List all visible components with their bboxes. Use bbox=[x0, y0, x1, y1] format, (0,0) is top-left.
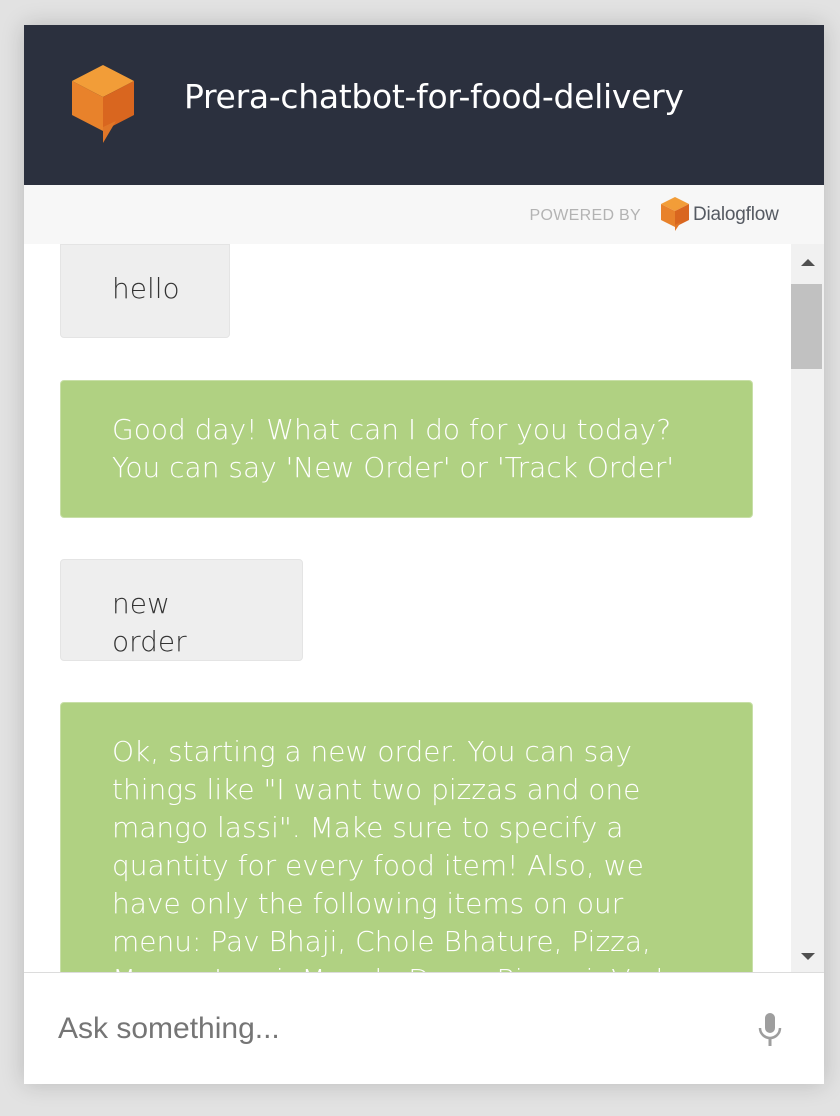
message-scrollbar[interactable] bbox=[791, 244, 824, 972]
chat-widget: Prera-chatbot-for-food-delivery POWERED … bbox=[24, 25, 824, 1084]
microphone-icon[interactable] bbox=[757, 1013, 783, 1049]
powered-by-bar: POWERED BY Dialogflow bbox=[24, 185, 824, 244]
scrollbar-thumb[interactable] bbox=[791, 284, 822, 369]
dialogflow-cube-icon bbox=[72, 65, 134, 143]
chat-title: Prera-chatbot-for-food-delivery bbox=[184, 77, 684, 116]
user-message: hello bbox=[60, 244, 230, 338]
bot-message: Good day! What can I do for you today? Y… bbox=[60, 380, 753, 518]
message-input[interactable] bbox=[58, 1009, 738, 1049]
message-list[interactable]: hello Good day! What can I do for you to… bbox=[24, 244, 791, 972]
scroll-up-arrow-icon[interactable] bbox=[801, 259, 815, 266]
bot-message: Ok, starting a new order. You can say th… bbox=[60, 702, 753, 972]
dialogflow-logo-icon[interactable] bbox=[661, 197, 689, 231]
chat-header: Prera-chatbot-for-food-delivery bbox=[24, 25, 824, 185]
user-message: new order bbox=[60, 559, 303, 661]
input-bar bbox=[24, 972, 824, 1084]
scroll-down-arrow-icon[interactable] bbox=[801, 953, 815, 960]
dialogflow-brand-link[interactable]: Dialogflow bbox=[693, 204, 779, 226]
powered-by-label: POWERED BY bbox=[529, 207, 641, 224]
